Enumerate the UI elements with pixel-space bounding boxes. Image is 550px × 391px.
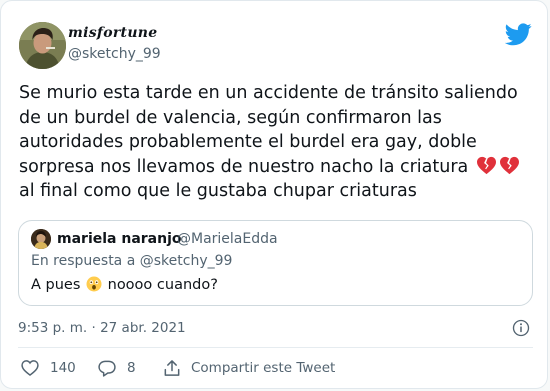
reply-bubble-icon <box>98 360 116 377</box>
twitter-bird-icon[interactable] <box>505 23 532 46</box>
tweet-text-line: de un burdel de valencia, según confirma… <box>19 107 442 128</box>
tweet-text-line: sorpresa nos llevamos de nuestro nacho l… <box>19 156 469 177</box>
tweet-embed-card[interactable]: misfortune @sketchy_99 Se murio esta tar… <box>0 0 548 389</box>
broken-heart-emoji <box>476 156 496 174</box>
quoted-text-end: noooo cuando? <box>107 277 218 293</box>
tweet-text: Se murio esta tarde en un accidente de t… <box>19 81 539 204</box>
share-icon <box>164 360 180 376</box>
share-label: Compartir este Tweet <box>191 360 336 376</box>
tweet-timestamp[interactable]: 9:53 p. m. · 27 abr. 2021 <box>18 320 186 336</box>
astonished-face-emoji <box>86 276 102 292</box>
quoted-text-start: A pues <box>31 277 81 293</box>
tweet-text-line-with-emoji: sorpresa nos llevamos de nuestro nacho l… <box>19 155 539 180</box>
like-count: 140 <box>50 360 76 376</box>
broken-heart-emoji <box>499 156 519 174</box>
author-handle[interactable]: @sketchy_99 <box>68 46 161 62</box>
actions-divider <box>18 347 533 348</box>
quoted-author-avatar-image <box>31 229 51 249</box>
tweet-text-line: Se murio esta tarde en un accidente de t… <box>19 83 518 103</box>
heart-icon <box>21 360 39 377</box>
quoted-tweet[interactable]: mariela naranjo @MarielaEdda En respuest… <box>18 220 533 306</box>
quoted-author-name[interactable]: mariela naranjo <box>57 231 182 247</box>
share-tweet-button[interactable]: Compartir este Tweet <box>162 358 335 378</box>
like-button[interactable]: 140 <box>20 358 76 378</box>
tweet-text-line: al final como que le gustaba chupar cria… <box>19 181 417 201</box>
quoted-author-avatar[interactable] <box>31 229 51 249</box>
reply-count: 8 <box>127 360 136 376</box>
reply-button[interactable]: 8 <box>97 358 136 378</box>
quoted-author-handle[interactable]: @MarielaEdda <box>177 231 278 247</box>
tweet-text-line: autoridades probablemente el burdel era … <box>19 132 477 152</box>
author-display-name[interactable]: misfortune <box>68 25 157 41</box>
author-avatar[interactable] <box>19 22 66 69</box>
author-avatar-image <box>19 22 66 69</box>
quoted-tweet-text: A pues noooo cuando? <box>31 276 218 293</box>
reply-context: En respuesta a @sketchy_99 <box>31 253 233 269</box>
info-icon[interactable] <box>512 319 530 337</box>
